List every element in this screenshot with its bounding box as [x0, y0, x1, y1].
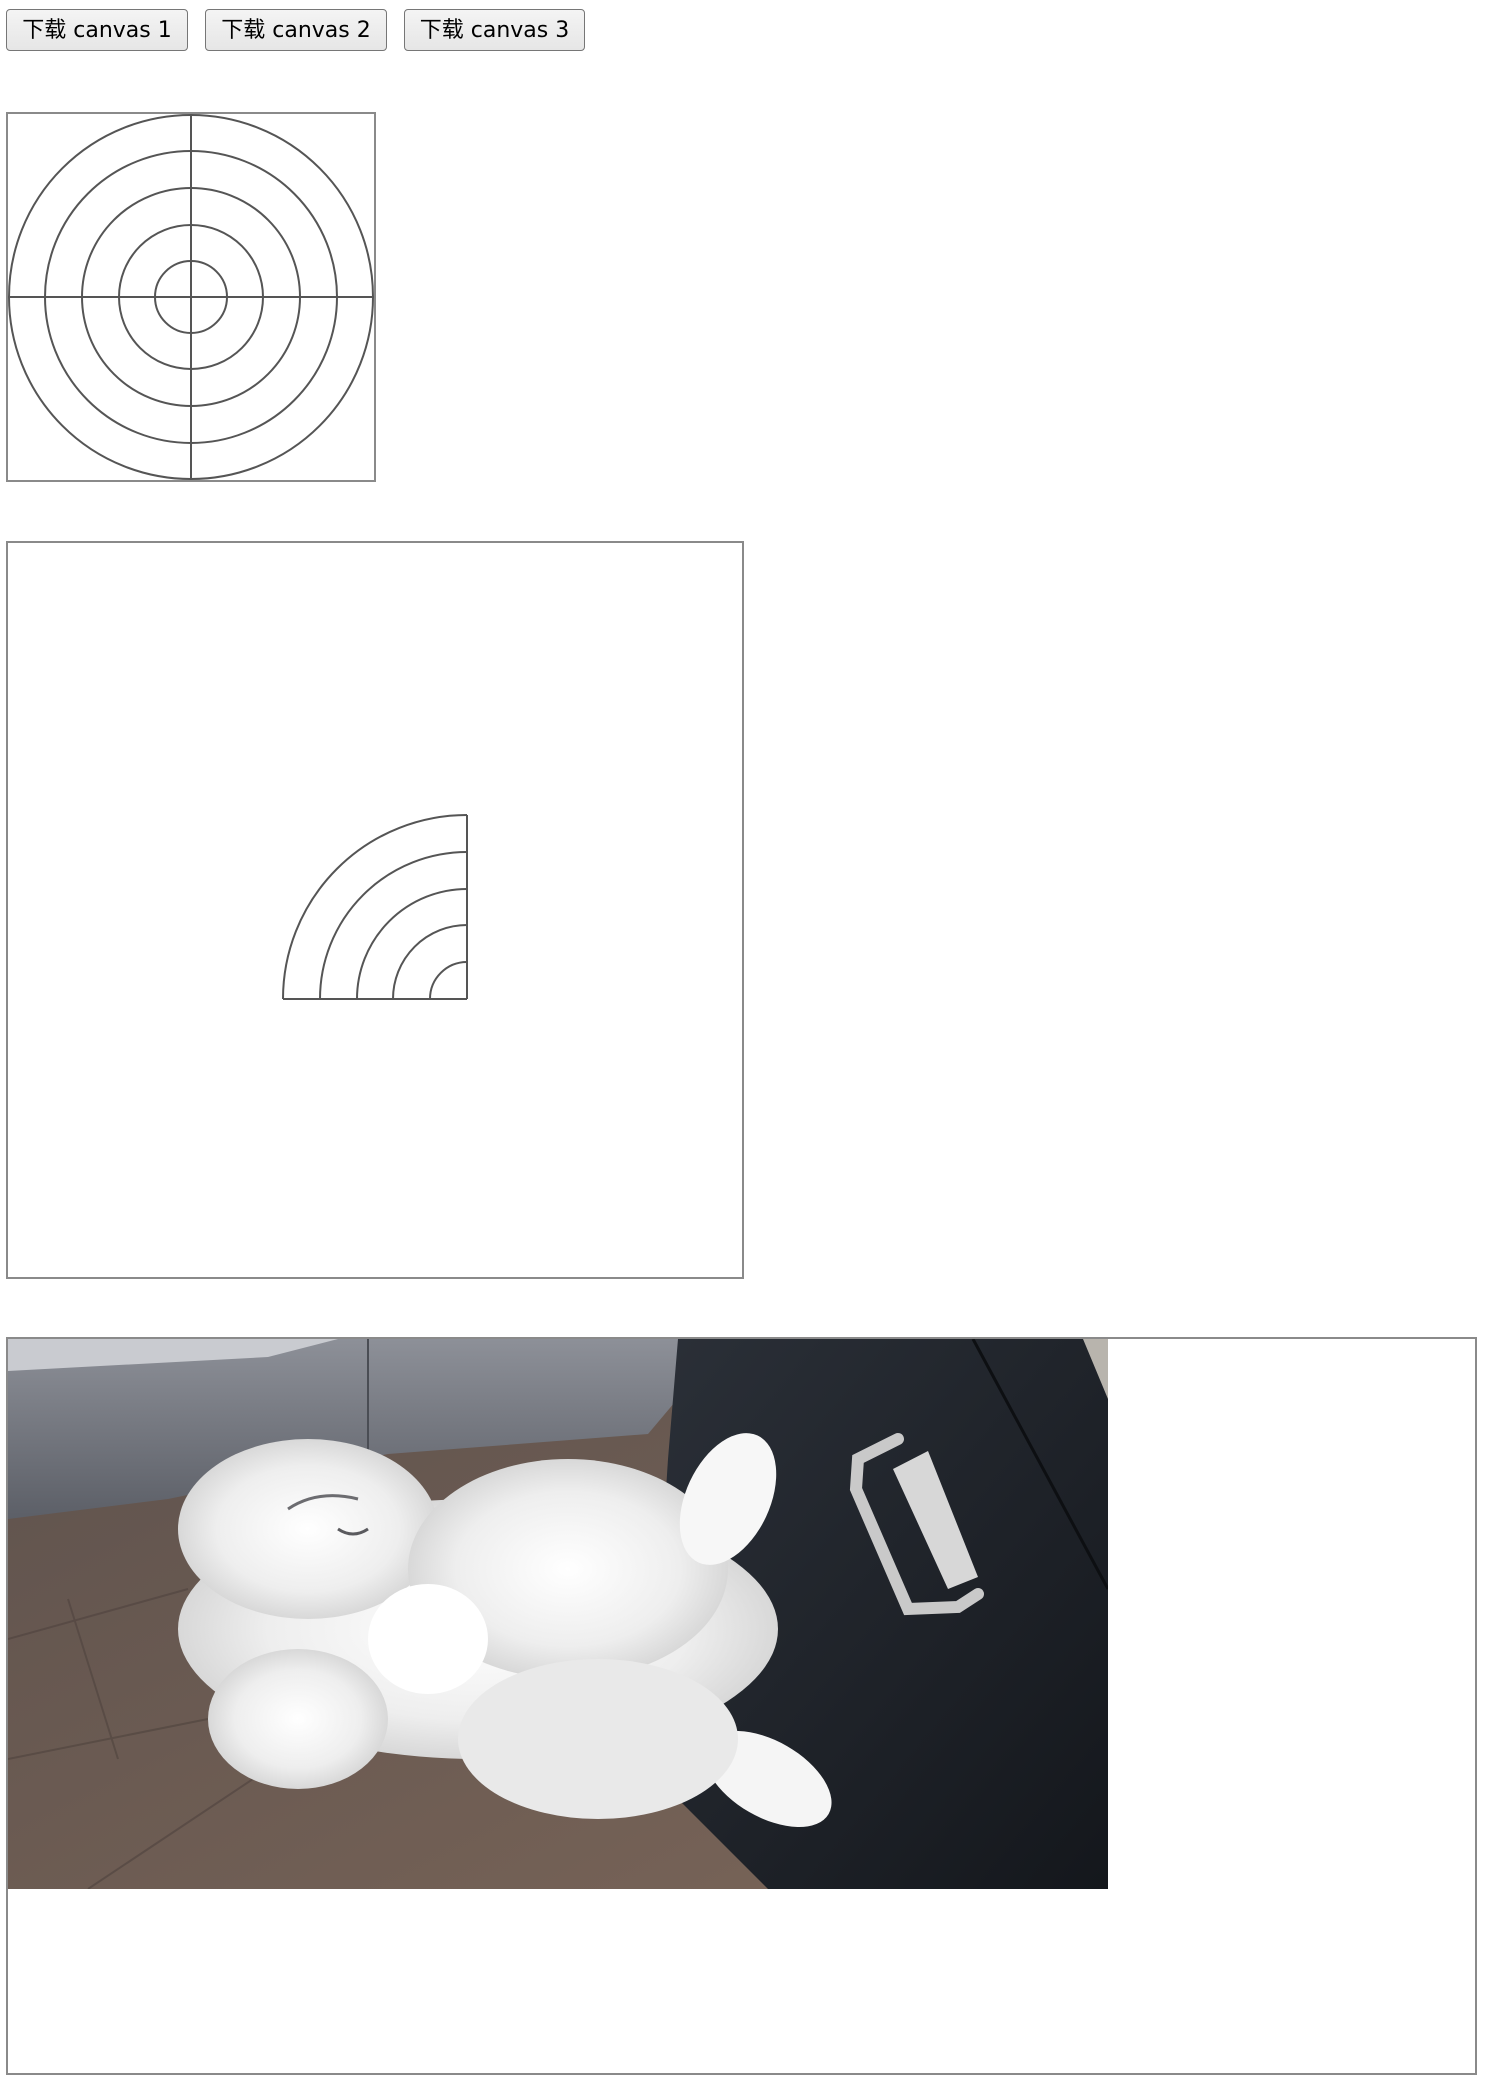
- arc-3: [356, 888, 468, 1000]
- quarter-arcs-drawing: [282, 814, 468, 1000]
- arc-2: [392, 924, 468, 1000]
- canvas-2: [6, 541, 744, 1279]
- cat-body: [178, 1433, 832, 1828]
- download-canvas-1-button[interactable]: 下载 canvas 1: [6, 9, 188, 51]
- arc-5: [282, 814, 468, 1000]
- concentric-circles-drawing: [8, 114, 374, 480]
- cat-photo: [8, 1339, 1108, 1889]
- canvas-1: [6, 112, 376, 482]
- cat-photo-illustration: [8, 1339, 1108, 1889]
- arc-1: [429, 961, 468, 1000]
- arc-4: [319, 851, 468, 1000]
- download-canvas-3-button[interactable]: 下载 canvas 3: [404, 9, 585, 51]
- canvas-3: [6, 1337, 1477, 2075]
- download-canvas-2-button[interactable]: 下载 canvas 2: [205, 9, 387, 51]
